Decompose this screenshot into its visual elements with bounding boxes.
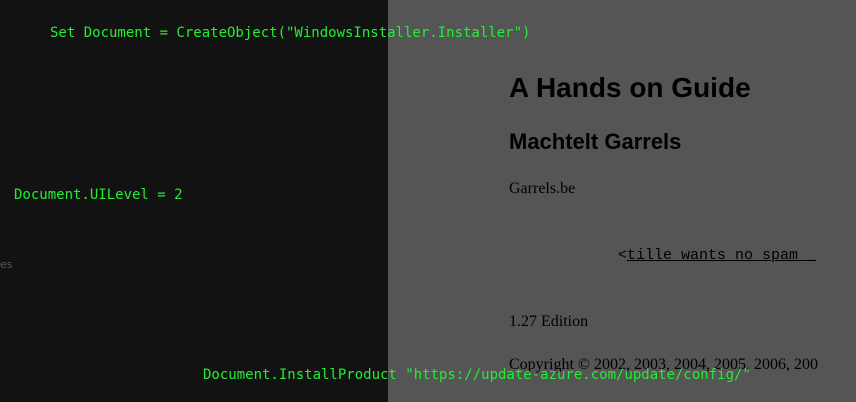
document-organization: Garrels.be <box>509 180 576 197</box>
document-email: <tille wants no spam _ <box>618 247 816 264</box>
code-line-ui-level: Document.UILevel = 2 <box>14 187 183 203</box>
code-line-create-object: Set Document = CreateObject("WindowsInst… <box>50 25 531 41</box>
document-viewer[interactable]: A Hands on Guide Machtelt Garrels Garrel… <box>388 0 856 402</box>
document-title: A Hands on Guide <box>509 72 751 103</box>
code-line-install-product: Document.InstallProduct "https://update-… <box>203 367 751 383</box>
email-bracket: < <box>618 247 628 264</box>
terminal-edge-text: es <box>0 258 13 271</box>
document-edition: 1.27 Edition <box>509 313 589 330</box>
email-link[interactable]: tille wants no spam _ <box>627 247 816 264</box>
document-author: Machtelt Garrels <box>509 129 682 154</box>
